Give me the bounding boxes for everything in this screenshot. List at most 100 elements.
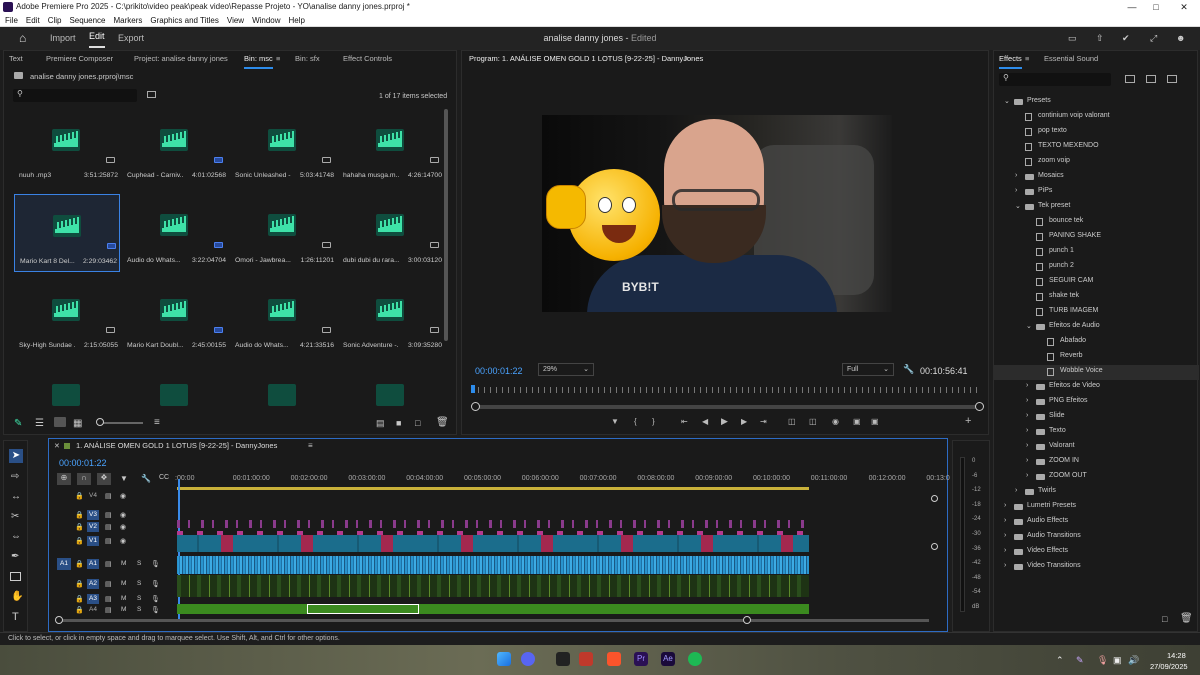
- yuv-effects-icon[interactable]: [1167, 75, 1177, 83]
- bin-clip-tile[interactable]: Mario Kart 8 Del... 2:29:03462: [14, 194, 120, 272]
- nest-icon[interactable]: ⊕: [57, 473, 71, 485]
- track-lock-icon[interactable]: 🔒: [75, 606, 84, 614]
- play-icon[interactable]: ▶: [721, 416, 728, 427]
- accelerated-effects-icon[interactable]: [1125, 75, 1135, 83]
- track-lock-icon[interactable]: 🔒: [75, 492, 84, 500]
- program-timecode[interactable]: 00:00:01:22: [475, 366, 523, 376]
- effects-tree-item[interactable]: punch 1: [994, 245, 1199, 260]
- vr-icon[interactable]: ▣: [871, 417, 879, 426]
- add-marker-icon[interactable]: ▼: [611, 417, 619, 426]
- tab-premiere-composer[interactable]: Premiere Composer: [46, 51, 113, 67]
- mark-out-icon[interactable]: }: [652, 417, 655, 426]
- sync-lock-icon[interactable]: ▤: [105, 523, 112, 531]
- clock-date[interactable]: 27/09/2025: [1150, 662, 1188, 671]
- sequence-tab[interactable]: 1. ANÁLISE OMEN GOLD 1 LOTUS [9-22-25] -…: [76, 441, 277, 450]
- eye-icon[interactable]: ◉: [120, 511, 126, 519]
- track-label[interactable]: A2: [87, 579, 99, 589]
- bin-clip-tile[interactable]: Cuphead - Carniv... 4:01:02568: [122, 109, 228, 187]
- effects-tree-item[interactable]: ⌄ Tek preset: [994, 200, 1199, 215]
- tab-essential-sound[interactable]: Essential Sound: [1044, 51, 1098, 67]
- go-to-in-icon[interactable]: ⇤: [681, 417, 688, 426]
- zoom-select[interactable]: 29% ⌄: [538, 363, 594, 376]
- discord-icon[interactable]: [521, 652, 535, 666]
- slip-icon[interactable]: ⇔: [11, 531, 21, 542]
- chevron-down-icon[interactable]: ⌄: [1026, 322, 1032, 330]
- menu-window[interactable]: Window: [252, 16, 280, 25]
- share-icon[interactable]: ⇧: [1096, 27, 1104, 50]
- ripple-edit-icon[interactable]: ↔: [11, 491, 21, 502]
- spotify-icon[interactable]: [688, 652, 702, 666]
- selected-clip-a4[interactable]: [307, 604, 419, 614]
- effects-tree-item[interactable]: bounce tek: [994, 215, 1199, 230]
- close-sequence-icon[interactable]: ✕: [54, 442, 60, 450]
- effects-tree-item[interactable]: › Audio Transitions: [994, 530, 1199, 545]
- bin-scrollbar[interactable]: [444, 109, 448, 341]
- razor-icon[interactable]: ✂: [11, 511, 19, 522]
- chevron-down-icon[interactable]: ⌄: [1004, 97, 1010, 105]
- menu-view[interactable]: View: [227, 16, 244, 25]
- premiere-taskbar-icon[interactable]: Pr: [634, 652, 648, 666]
- user-icon[interactable]: ☻: [1176, 27, 1185, 50]
- check-icon[interactable]: ✔: [1122, 27, 1130, 50]
- chevron-right-icon[interactable]: ›: [1026, 457, 1028, 464]
- menu-graphics[interactable]: Graphics and Titles: [150, 16, 218, 25]
- effects-tree-item[interactable]: › Slide: [994, 410, 1199, 425]
- solo-button[interactable]: S: [137, 580, 141, 587]
- effects-tree-item[interactable]: Reverb: [994, 350, 1199, 365]
- bin-clip-tile[interactable]: hahaha musga.m... 4:26:14700: [338, 109, 444, 187]
- effects-tree-item[interactable]: pop texto: [994, 125, 1199, 140]
- effects-tree-item[interactable]: continium voip valorant: [994, 110, 1199, 125]
- menu-edit[interactable]: Edit: [26, 16, 40, 25]
- sync-lock-icon[interactable]: ▤: [105, 492, 112, 500]
- effects-tree-item[interactable]: › Lumetri Presets: [994, 500, 1199, 515]
- work-area-bar[interactable]: [177, 487, 809, 490]
- voiceover-mic-icon[interactable]: 🎙: [151, 606, 160, 614]
- track-label[interactable]: V2: [87, 522, 99, 532]
- step-forward-icon[interactable]: ▶: [741, 417, 747, 426]
- effects-tree-item[interactable]: › Video Effects: [994, 545, 1199, 560]
- source-patch[interactable]: A1: [57, 558, 71, 570]
- bin-clip-tile[interactable]: Sonic Unleashed -... 5:03:41748: [230, 109, 336, 187]
- linked-selection-icon[interactable]: ❖: [97, 473, 111, 485]
- chevron-right-icon[interactable]: ›: [1015, 172, 1017, 179]
- zoom-slider-handle[interactable]: [96, 418, 104, 426]
- tab-bin-msc[interactable]: Bin: msc: [244, 51, 273, 69]
- program-menu-icon[interactable]: ≡: [684, 51, 688, 67]
- sync-lock-icon[interactable]: ▤: [105, 511, 112, 519]
- bin-clip-tile[interactable]: [122, 364, 228, 407]
- pencil-icon[interactable]: ✎: [14, 418, 22, 429]
- pen-icon[interactable]: ✒: [11, 551, 19, 562]
- snap-icon[interactable]: ∩: [77, 473, 91, 485]
- epic-games-icon[interactable]: [556, 652, 570, 666]
- 32bit-effects-icon[interactable]: [1146, 75, 1156, 83]
- effects-tree-item[interactable]: shake tek: [994, 290, 1199, 305]
- track-label[interactable]: V1: [87, 536, 99, 546]
- bin-clip-tile[interactable]: Mario Kart Doubl... 2:45:00155: [122, 279, 228, 357]
- menu-sequence[interactable]: Sequence: [69, 16, 105, 25]
- export-frame-icon[interactable]: ◉: [832, 417, 839, 426]
- mic-tray-icon[interactable]: 🎙: [1097, 655, 1108, 666]
- bin-clip-tile[interactable]: Sonic Adventure -... 3:09:35280: [338, 279, 444, 357]
- chevron-right-icon[interactable]: ›: [1026, 427, 1028, 434]
- menu-help[interactable]: Help: [289, 16, 305, 25]
- maximize-icon[interactable]: □: [1142, 0, 1170, 14]
- network-icon[interactable]: ▣: [1113, 655, 1122, 666]
- new-bin-icon[interactable]: □: [415, 418, 420, 428]
- quality-select[interactable]: Full ⌄: [842, 363, 894, 376]
- hscroll-right-handle[interactable]: [743, 616, 751, 624]
- track-lock-icon[interactable]: 🔒: [75, 511, 84, 519]
- voiceover-mic-icon[interactable]: 🎙: [151, 595, 160, 603]
- chevron-right-icon[interactable]: ›: [1026, 382, 1028, 389]
- chevron-right-icon[interactable]: ›: [1004, 502, 1006, 509]
- effects-tree-item[interactable]: zoom voip: [994, 155, 1199, 170]
- sort-icon[interactable]: ≡: [154, 417, 160, 428]
- chevron-right-icon[interactable]: ›: [1026, 472, 1028, 479]
- solo-button[interactable]: S: [137, 560, 141, 567]
- timeline-vscroll-top[interactable]: [931, 495, 938, 502]
- chevron-right-icon[interactable]: ›: [1015, 487, 1017, 494]
- timeline-vscroll-bottom[interactable]: [931, 543, 938, 550]
- find-icon[interactable]: ■: [396, 418, 401, 428]
- tab-effects[interactable]: Effects: [999, 51, 1022, 69]
- bin-clip-tile[interactable]: nuuh .mp3 3:51:25872: [14, 109, 120, 187]
- bin-search-input[interactable]: ⚲: [13, 89, 137, 102]
